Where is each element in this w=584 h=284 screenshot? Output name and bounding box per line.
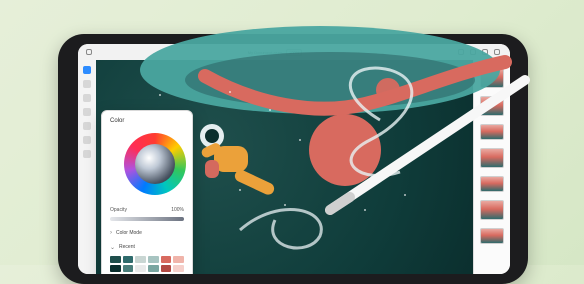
color-swatch[interactable] — [135, 265, 146, 272]
color-swatch[interactable] — [122, 265, 134, 272]
star — [299, 139, 301, 141]
astronaut-pack — [205, 160, 219, 178]
tether-loop-2 — [239, 207, 323, 250]
star — [159, 94, 161, 96]
color-swatch[interactable] — [173, 265, 184, 272]
color-swatch[interactable] — [160, 265, 172, 272]
astronaut-visor — [205, 129, 219, 143]
star — [364, 209, 366, 211]
astronaut-leg — [234, 169, 275, 195]
moon-coral — [376, 78, 400, 102]
color-swatch[interactable] — [148, 265, 159, 272]
star — [239, 189, 241, 191]
astronaut — [200, 124, 275, 195]
star — [174, 119, 176, 121]
star — [404, 194, 406, 196]
star — [229, 91, 231, 93]
artwork-layer — [140, 26, 530, 250]
star — [284, 204, 286, 206]
color-swatch[interactable] — [110, 265, 121, 272]
stylus-tip — [325, 192, 355, 215]
star — [269, 109, 271, 111]
